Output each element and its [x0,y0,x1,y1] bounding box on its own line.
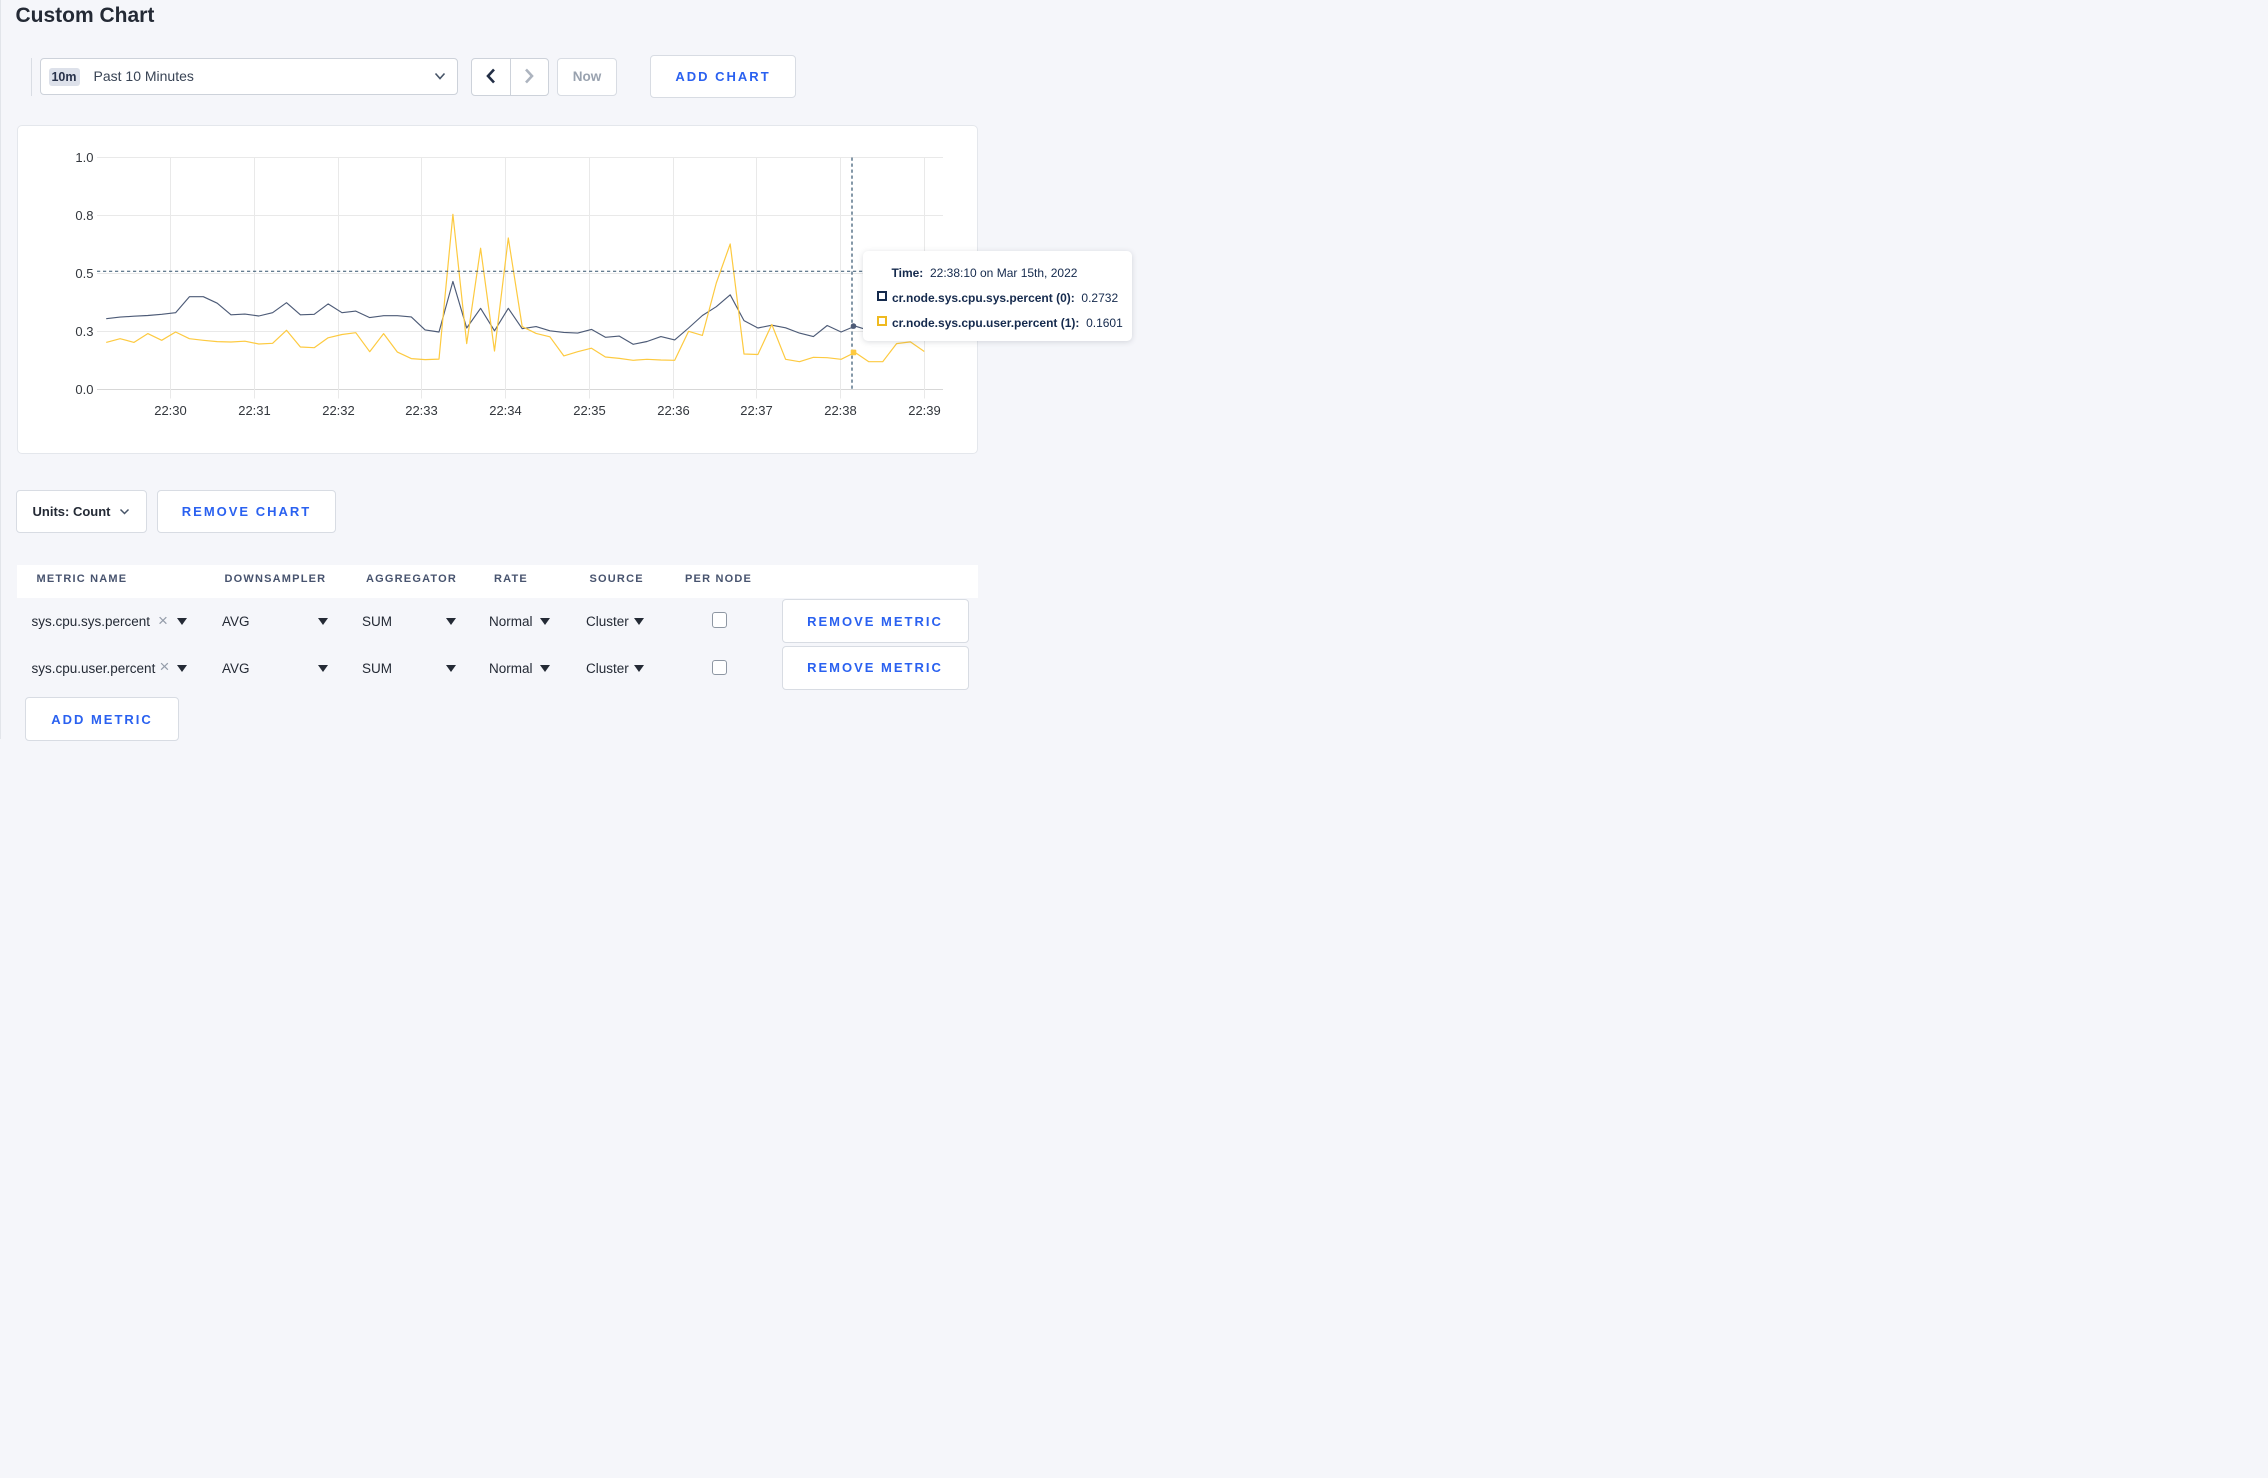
svg-text:22:36: 22:36 [657,403,690,418]
svg-text:22:31: 22:31 [238,403,271,418]
svg-text:22:32: 22:32 [322,403,355,418]
svg-text:0.5: 0.5 [75,266,93,281]
svg-text:22:35: 22:35 [573,403,606,418]
svg-text:0.0: 0.0 [75,382,93,397]
svg-text:22:38: 22:38 [824,403,857,418]
svg-text:22:39: 22:39 [908,403,941,418]
svg-text:22:30: 22:30 [154,403,187,418]
svg-text:22:37: 22:37 [740,403,773,418]
svg-text:0.8: 0.8 [75,208,93,223]
svg-text:22:34: 22:34 [489,403,522,418]
svg-text:0.3: 0.3 [75,324,93,339]
svg-text:1.0: 1.0 [75,150,93,165]
svg-text:22:33: 22:33 [405,403,438,418]
